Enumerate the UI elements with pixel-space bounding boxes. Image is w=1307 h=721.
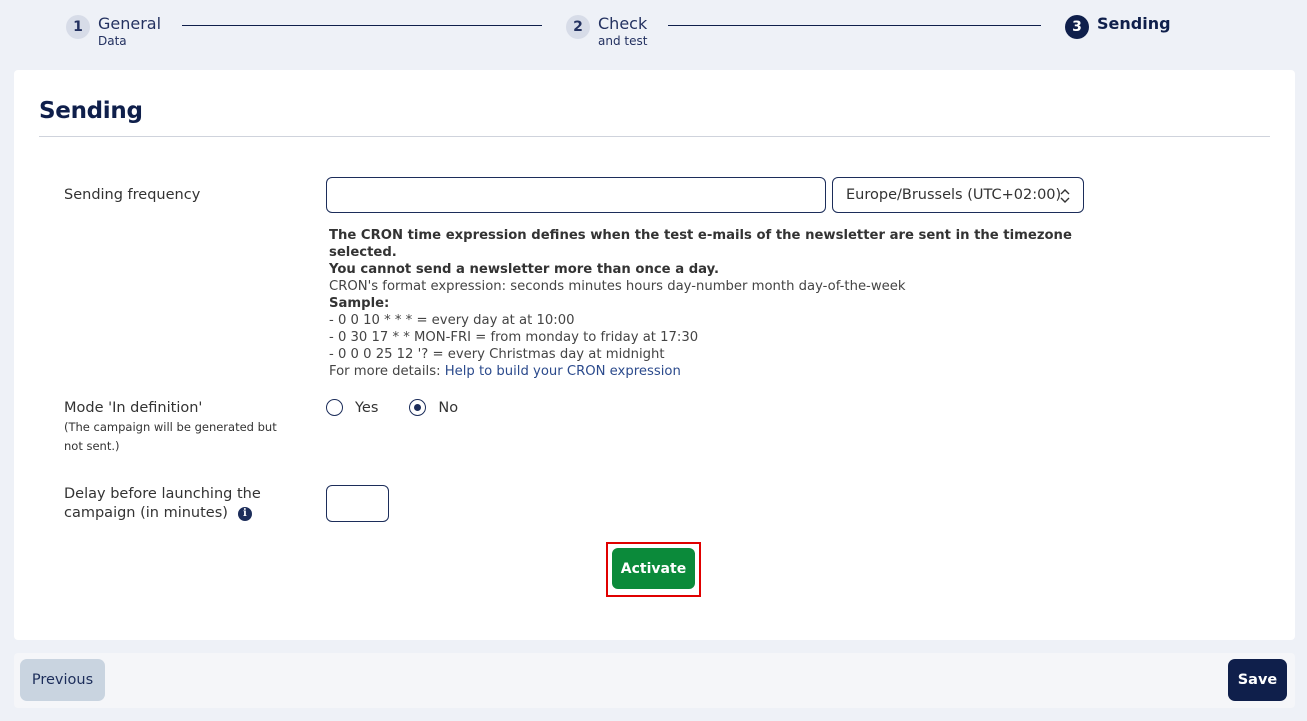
stepper: 1 General Data 2 Check and test 3 Sendin… [0,0,1307,70]
radio-yes-circle[interactable] [326,399,343,416]
delay-label-text: campaign (in minutes) [64,505,228,521]
sample-item: - 0 0 0 25 12 '? = every Christmas day a… [329,347,665,362]
help-line: The CRON time expression defines when th… [329,228,1072,260]
step-subtitle: and test [598,34,648,48]
previous-button[interactable]: Previous [20,659,105,701]
radio-yes-label: Yes [355,399,379,416]
step-connector [668,25,1041,26]
section-title: Sending [39,98,143,124]
radio-no-circle[interactable] [409,399,427,416]
step-general[interactable]: 1 General Data [66,14,161,49]
mode-label: Mode 'In definition' [64,400,203,416]
delay-minutes-input[interactable] [326,485,389,522]
step-number: 2 [566,15,590,39]
step-title: Check [598,14,648,33]
cron-help-link[interactable]: Help to build your CRON expression [445,364,681,379]
sample-item: - 0 0 10 * * * = every day at at 10:00 [329,313,575,328]
sample-title: Sample: [329,296,390,311]
info-icon[interactable]: i [237,506,252,521]
save-button[interactable]: Save [1228,659,1287,701]
mode-sublabel: not sent.) [64,439,120,453]
sending-card: Sending Sending frequency Europe/Brussel… [14,70,1295,640]
cron-help-text: The CRON time expression defines when th… [329,227,1089,380]
chevron-updown-icon [1060,189,1070,203]
footer-bar: Previous Save [14,653,1295,708]
timezone-value: Europe/Brussels (UTC+02:00) [846,187,1062,203]
step-check[interactable]: 2 Check and test [566,14,647,49]
mode-radio-group: Yes No [326,399,489,416]
step-subtitle: Data [98,34,127,48]
sample-item: - 0 30 17 * * MON-FRI = from monday to f… [329,330,699,345]
delay-label-line: campaign (in minutes) i [64,504,261,523]
radio-no-label: No [438,399,459,416]
radio-no[interactable]: No [409,399,458,416]
sending-frequency-label: Sending frequency [64,187,201,203]
help-line: CRON's format expression: seconds minute… [329,279,906,294]
step-title: General [98,14,162,33]
step-sending[interactable]: 3 Sending [1065,14,1171,39]
cron-expression-input[interactable] [326,177,826,213]
mode-in-definition-label: Mode 'In definition' (The campaign will … [64,399,277,456]
timezone-select[interactable]: Europe/Brussels (UTC+02:00) [832,177,1084,213]
details-prefix: For more details: [329,364,445,379]
delay-label: Delay before launching the campaign (in … [64,485,261,523]
step-number: 3 [1065,15,1089,39]
help-details: For more details: Help to build your CRO… [329,363,1089,380]
step-number: 1 [66,15,90,39]
step-connector [182,25,542,26]
delay-label-line: Delay before launching the [64,486,261,502]
step-title: Sending [1097,14,1171,33]
divider [39,136,1270,137]
help-line: You cannot send a newsletter more than o… [329,262,720,277]
radio-yes[interactable]: Yes [326,399,378,416]
mode-sublabel: (The campaign will be generated but [64,420,277,434]
activate-button[interactable]: Activate [612,548,695,589]
